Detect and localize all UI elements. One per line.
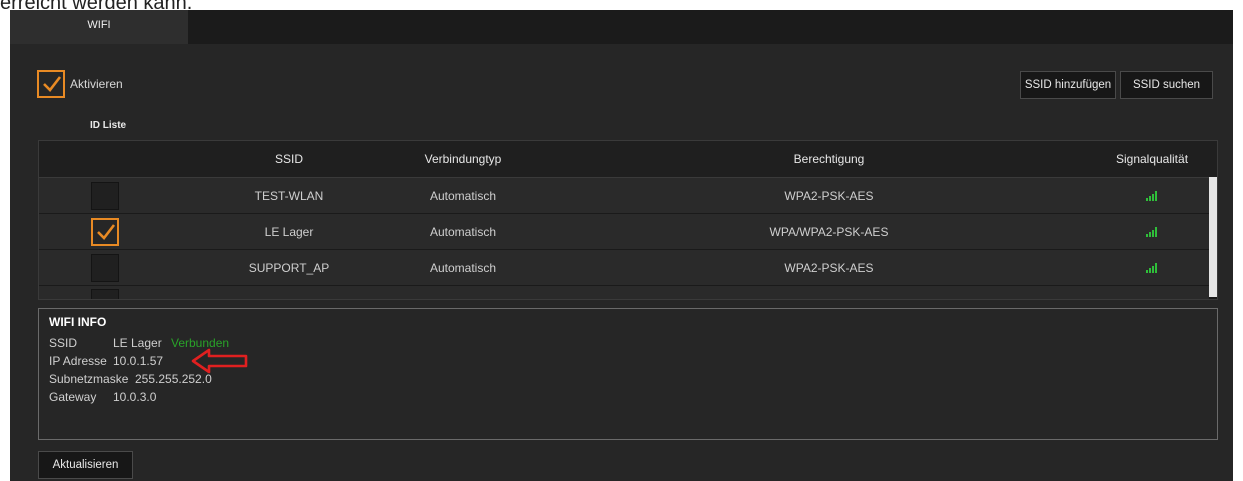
table-row[interactable]: SUPPORT_AP Automatisch WPA2-PSK-AES xyxy=(39,250,1209,286)
column-header-auth: Berechtigung xyxy=(793,152,865,166)
activate-checkbox[interactable] xyxy=(37,70,65,98)
row-auth: WPA/WPA2-PSK-AES xyxy=(769,224,889,239)
tab-bar: WIFI xyxy=(10,10,1233,44)
checkmark-icon xyxy=(43,76,62,92)
subnet-key: Subnetzmaske xyxy=(49,372,129,386)
checkmark-icon xyxy=(97,223,116,240)
wifi-settings-panel: WIFI Aktivieren SSID hinzufügen SSID suc… xyxy=(10,10,1233,481)
subnet-value: 255.255.252.0 xyxy=(135,372,212,386)
ip-key: IP Adresse xyxy=(49,354,107,368)
column-header-ssid: SSID xyxy=(274,152,303,166)
add-ssid-button[interactable]: SSID hinzufügen xyxy=(1020,71,1116,99)
row-ssid: TEST-WLAN xyxy=(254,188,324,203)
ssid-value: LE Lager xyxy=(113,336,162,350)
table-scrollbar-thumb[interactable] xyxy=(1209,177,1217,297)
ssid-key: SSID xyxy=(49,336,78,350)
column-header-select xyxy=(39,141,169,177)
gateway-key: Gateway xyxy=(49,390,97,404)
row-ssid xyxy=(209,286,369,299)
signal-bars-icon xyxy=(1146,226,1157,237)
column-header-signal: Signalqualität xyxy=(1115,152,1189,166)
ssid-table: SSID Verbindungtyp Berechtigung Signalqu… xyxy=(38,140,1218,300)
refresh-button[interactable]: Aktualisieren xyxy=(38,451,133,479)
gateway-value: 10.0.3.0 xyxy=(113,390,157,404)
row-ssid: LE Lager xyxy=(264,224,314,239)
row-type: Automatisch xyxy=(429,260,497,275)
search-ssid-button[interactable]: SSID suchen xyxy=(1120,71,1213,99)
table-row[interactable]: TEST-WLAN Automatisch WPA2-PSK-AES xyxy=(39,178,1209,214)
table-header: SSID Verbindungtyp Berechtigung Signalqu… xyxy=(39,141,1217,178)
signal-bars-icon xyxy=(1146,262,1157,273)
row-ssid: SUPPORT_AP xyxy=(248,260,330,275)
table-row[interactable] xyxy=(39,286,1209,299)
row-type: Automatisch xyxy=(429,224,497,239)
row-checkbox[interactable] xyxy=(91,253,119,282)
row-type: Automatisch xyxy=(429,188,497,203)
annotation-arrow-icon xyxy=(191,348,248,374)
row-checkbox[interactable] xyxy=(91,289,119,299)
table-row[interactable]: LE Lager Automatisch WPA/WPA2-PSK-AES xyxy=(39,214,1209,250)
row-checkbox[interactable] xyxy=(91,217,119,246)
wifi-info-box: WIFI INFO SSID LE Lager Verbunden IP Adr… xyxy=(38,308,1218,440)
row-auth: WPA2-PSK-AES xyxy=(784,188,874,203)
ip-value: 10.0.1.57 xyxy=(113,354,164,368)
column-header-type: Verbindungtyp xyxy=(424,152,502,166)
activate-label: Aktivieren xyxy=(70,77,123,91)
wifi-info-title: WIFI INFO xyxy=(49,315,107,329)
signal-bars-icon xyxy=(1146,190,1157,201)
id-list-label: ID Liste xyxy=(90,120,127,131)
row-auth: WPA2-PSK-AES xyxy=(784,260,874,275)
tab-wifi[interactable]: WIFI xyxy=(10,10,188,44)
row-checkbox[interactable] xyxy=(91,181,119,210)
